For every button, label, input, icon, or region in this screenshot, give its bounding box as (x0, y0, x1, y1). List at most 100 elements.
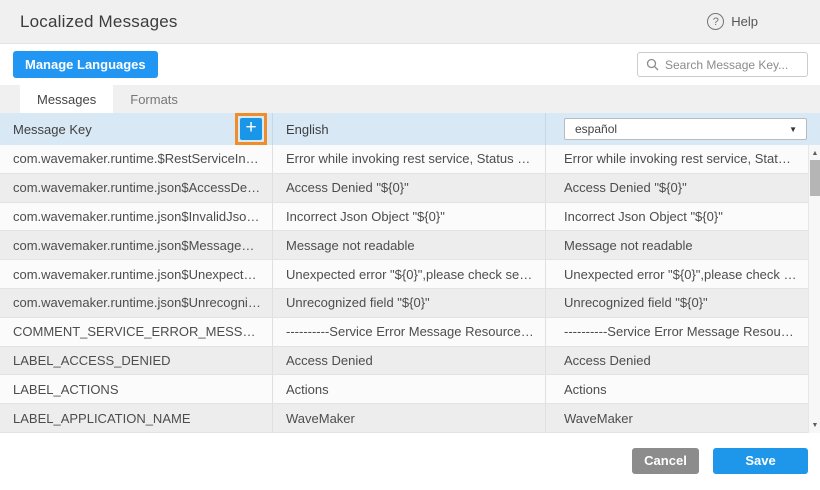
translation-cell[interactable]: Incorrect Json Object "${0}" (546, 203, 808, 231)
message-key-cell[interactable]: LABEL_ACTIONS (0, 375, 273, 403)
message-key-cell[interactable]: com.wavemaker.runtime.json$MessageN… (0, 231, 273, 259)
table-row: com.wavemaker.runtime.json$Unexpecte… Un… (0, 260, 808, 289)
cell-text: Message not readable (286, 238, 415, 253)
cell-text: Actions (564, 382, 607, 397)
language-select[interactable]: español ▼ (564, 118, 807, 140)
toolbar: Manage Languages (0, 44, 820, 85)
message-key-cell[interactable]: com.wavemaker.runtime.json$InvalidJson… (0, 203, 273, 231)
message-key-cell[interactable]: LABEL_APPLICATION_NAME (0, 404, 273, 432)
help-icon: ? (707, 13, 724, 30)
message-key-cell[interactable]: com.wavemaker.runtime.json$Unexpecte… (0, 260, 273, 288)
cell-text: Unexpected error "${0}",please check se… (564, 267, 798, 282)
grid-rows: com.wavemaker.runtime.$RestServiceInv… E… (0, 145, 808, 433)
cell-text: Unrecognized field "${0}" (564, 295, 708, 310)
scrollbar-thumb[interactable] (810, 160, 820, 196)
english-cell[interactable]: Message not readable (273, 231, 546, 259)
cell-text: Access Denied "${0}" (564, 180, 687, 195)
cell-text: Incorrect Json Object "${0}" (564, 209, 723, 224)
search-input[interactable] (665, 58, 799, 72)
cell-text: com.wavemaker.runtime.$RestServiceInv… (13, 151, 262, 166)
selected-language-label: español (575, 122, 617, 136)
tab-formats[interactable]: Formats (113, 85, 195, 113)
cell-text: ----------Service Error Message Resource… (564, 324, 798, 339)
english-cell[interactable]: Unrecognized field "${0}" (273, 289, 546, 317)
add-message-button[interactable]: + (240, 118, 262, 140)
grid-header: Message Key + English español ▼ (0, 113, 820, 145)
save-button[interactable]: Save (713, 448, 808, 474)
message-key-cell[interactable]: COMMENT_SERVICE_ERROR_MESSAGES (0, 318, 273, 346)
cell-text: Access Denied "${0}" (286, 180, 409, 195)
english-cell[interactable]: Access Denied "${0}" (273, 174, 546, 202)
help-button[interactable]: ? Help (707, 13, 758, 30)
translation-cell[interactable]: Unrecognized field "${0}" (546, 289, 808, 317)
dialog-footer: Cancel Save (0, 433, 820, 490)
page-title: Localized Messages (20, 12, 178, 32)
english-cell[interactable]: Error while invoking rest service, Statu… (273, 145, 546, 173)
table-row: com.wavemaker.runtime.json$InvalidJson… … (0, 203, 808, 232)
table-row: com.wavemaker.runtime.json$MessageN… Mes… (0, 231, 808, 260)
message-key-cell[interactable]: com.wavemaker.runtime.json$Unrecogniz… (0, 289, 273, 317)
message-key-cell[interactable]: LABEL_ACCESS_DENIED (0, 347, 273, 375)
english-cell[interactable]: Incorrect Json Object "${0}" (273, 203, 546, 231)
column-header-english: English (273, 113, 546, 145)
vertical-scrollbar[interactable]: ▲ ▼ (808, 145, 820, 433)
english-cell[interactable]: Access Denied (273, 347, 546, 375)
column-header-language: español ▼ (546, 113, 820, 145)
table-row: LABEL_ACTIONS Actions Actions (0, 375, 808, 404)
tab-bar: Messages Formats (0, 85, 820, 113)
english-header-label: English (286, 122, 329, 137)
cell-text: com.wavemaker.runtime.json$InvalidJson… (13, 209, 262, 224)
cell-text: LABEL_ACTIONS (13, 382, 119, 397)
column-header-message-key: Message Key + (0, 113, 273, 145)
translation-cell[interactable]: ----------Service Error Message Resource… (546, 318, 808, 346)
help-label: Help (731, 14, 758, 29)
table-row: LABEL_ACCESS_DENIED Access Denied Access… (0, 347, 808, 376)
translation-cell[interactable]: WaveMaker (546, 404, 808, 432)
translation-cell[interactable]: Error while invoking rest service, Statu… (546, 145, 808, 173)
translation-cell[interactable]: Message not readable (546, 231, 808, 259)
cell-text: com.wavemaker.runtime.json$Unexpecte… (13, 267, 262, 282)
tab-messages[interactable]: Messages (20, 85, 113, 113)
table-row: com.wavemaker.runtime.json$AccessDen… Ac… (0, 174, 808, 203)
cancel-button[interactable]: Cancel (632, 448, 699, 474)
add-message-highlight: + (235, 113, 267, 145)
scroll-down-icon[interactable]: ▼ (809, 419, 820, 431)
cell-text: com.wavemaker.runtime.json$MessageN… (13, 238, 262, 253)
cell-text: Error while invoking rest service, Statu… (286, 151, 535, 166)
message-key-cell[interactable]: com.wavemaker.runtime.$RestServiceInv… (0, 145, 273, 173)
english-cell[interactable]: ----------Service Error Message Resource… (273, 318, 546, 346)
cell-text: COMMENT_SERVICE_ERROR_MESSAGES (13, 324, 262, 339)
search-icon (646, 58, 659, 71)
cell-text: Unexpected error "${0}",please check ser… (286, 267, 535, 282)
english-cell[interactable]: Unexpected error "${0}",please check ser… (273, 260, 546, 288)
cell-text: Unrecognized field "${0}" (286, 295, 430, 310)
cell-text: LABEL_APPLICATION_NAME (13, 411, 191, 426)
cell-text: Access Denied (564, 353, 651, 368)
english-cell[interactable]: WaveMaker (273, 404, 546, 432)
cell-text: Access Denied (286, 353, 373, 368)
cell-text: Error while invoking rest service, Statu… (564, 151, 798, 166)
cell-text: WaveMaker (286, 411, 355, 426)
table-row: COMMENT_SERVICE_ERROR_MESSAGES ---------… (0, 318, 808, 347)
cell-text: Actions (286, 382, 329, 397)
scroll-up-icon[interactable]: ▲ (809, 147, 820, 159)
message-key-header-label: Message Key (13, 122, 92, 137)
localized-messages-dialog: Localized Messages ? Help Manage Languag… (0, 0, 820, 490)
table-row: LABEL_APPLICATION_NAME WaveMaker WaveMak… (0, 404, 808, 433)
message-key-cell[interactable]: com.wavemaker.runtime.json$AccessDen… (0, 174, 273, 202)
table-row: com.wavemaker.runtime.json$Unrecogniz… U… (0, 289, 808, 318)
cell-text: Message not readable (564, 238, 693, 253)
translation-cell[interactable]: Unexpected error "${0}",please check se… (546, 260, 808, 288)
table-row: com.wavemaker.runtime.$RestServiceInv… E… (0, 145, 808, 174)
english-cell[interactable]: Actions (273, 375, 546, 403)
translation-cell[interactable]: Access Denied (546, 347, 808, 375)
manage-languages-button[interactable]: Manage Languages (13, 51, 158, 78)
dialog-header: Localized Messages ? Help (0, 0, 820, 44)
translation-cell[interactable]: Access Denied "${0}" (546, 174, 808, 202)
cell-text: WaveMaker (564, 411, 633, 426)
translation-cell[interactable]: Actions (546, 375, 808, 403)
cell-text: Incorrect Json Object "${0}" (286, 209, 445, 224)
search-box[interactable] (637, 52, 808, 77)
cell-text: ----------Service Error Message Resource… (286, 324, 535, 339)
chevron-down-icon: ▼ (789, 125, 797, 134)
